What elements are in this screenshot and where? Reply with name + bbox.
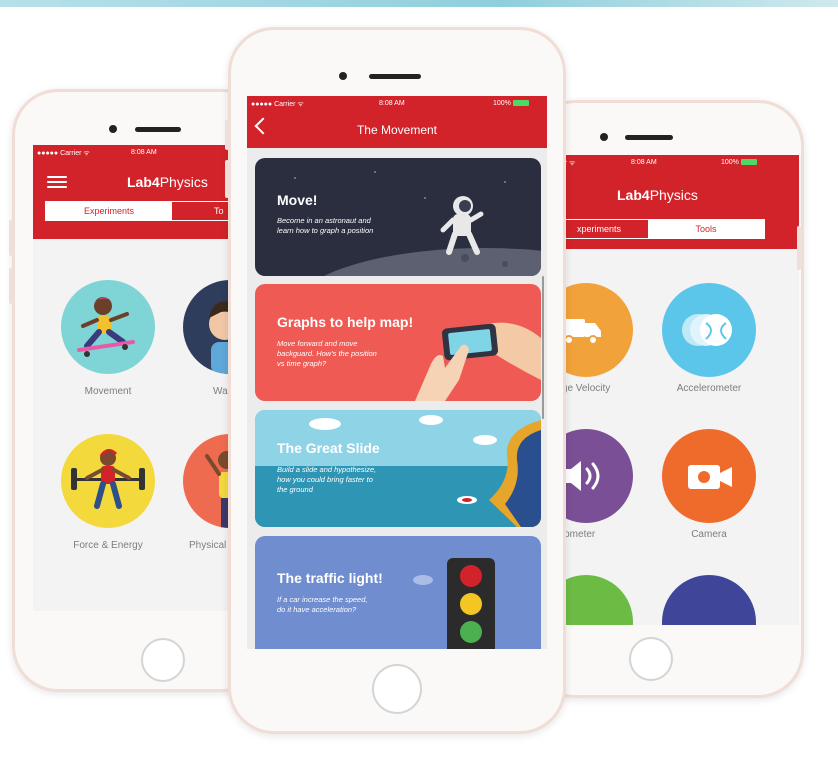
top-accent-bar <box>0 0 838 7</box>
home-button[interactable] <box>629 637 673 681</box>
traffic-light-illustration <box>413 558 495 649</box>
tab-experiments[interactable]: Experiments <box>46 202 172 220</box>
camera-label: Camera <box>691 529 727 540</box>
earpiece-speaker <box>135 127 181 132</box>
card-desc-line: vs time graph? <box>277 359 327 368</box>
force-energy-label: Force & Energy <box>73 540 143 551</box>
app-title-bold: Lab4 <box>617 187 650 203</box>
card-title: The traffic light! <box>277 570 383 586</box>
movement-circle[interactable] <box>61 280 155 374</box>
earpiece-speaker <box>369 74 421 79</box>
accelerometer-circle[interactable] <box>662 283 756 377</box>
side-button <box>9 220 13 256</box>
card-desc-line: Build a slide and hypothesize, <box>277 465 377 474</box>
front-camera <box>109 125 117 133</box>
side-button <box>9 268 13 304</box>
movement-label: Movement <box>84 386 132 397</box>
card-desc-line: how you could bring faster to <box>277 475 373 484</box>
card-desc-line: backguard. How's the position <box>277 349 377 358</box>
menu-icon[interactable] <box>47 176 67 188</box>
battery-percent: 100% <box>721 159 739 166</box>
status-bar: ●●●●● Carrier ᯤ 8:08 AM 100% <box>247 96 547 112</box>
skater-icon <box>77 297 135 357</box>
status-bar: rier ᯤ 8:08 AM 100% <box>553 155 799 171</box>
tab-experiments[interactable]: xperiments <box>553 220 648 238</box>
right-phone: rier ᯤ 8:08 AM 100% Lab4Physics xperimen… <box>530 100 804 698</box>
tool-circle-navy[interactable] <box>662 575 756 625</box>
right-screen: rier ᯤ 8:08 AM 100% Lab4Physics xperimen… <box>553 155 799 625</box>
waves-label: Wa <box>213 386 228 397</box>
card-move[interactable]: Move! Become in an astronaut and learn h… <box>255 158 541 276</box>
front-camera <box>339 72 347 80</box>
card-great-slide[interactable]: The Great Slide Build a slide and hypoth… <box>255 410 541 527</box>
carrier-label: ●●●●● Carrier ᯤ <box>37 150 90 157</box>
card-title: Graphs to help map! <box>277 314 414 330</box>
card-desc-line: learn how to graph a position <box>277 226 374 235</box>
tab-tools[interactable]: Tools <box>648 220 764 238</box>
side-button <box>225 120 229 150</box>
home-button[interactable] <box>372 664 422 714</box>
card-desc-line: the ground <box>277 485 313 494</box>
battery-icon <box>740 159 757 166</box>
app-header: rier ᯤ 8:08 AM 100% Lab4Physics xperimen… <box>553 155 799 249</box>
card-traffic-light[interactable]: The traffic light! If a car increase the… <box>255 536 541 649</box>
battery-label: 100% <box>721 159 757 166</box>
front-camera <box>600 133 608 141</box>
camera-circle[interactable] <box>662 429 756 523</box>
center-phone: ●●●●● Carrier ᯤ 8:08 AM 100% The Movemen… <box>228 27 566 734</box>
status-time: 8:08 AM <box>379 100 405 107</box>
card-desc-line: If a car increase the speed, <box>277 595 368 604</box>
battery-label: 100% <box>493 100 529 107</box>
card-desc-line: Become in an astronaut and <box>277 216 371 225</box>
card-graphs[interactable]: Graphs to help map! Move forward and mov… <box>255 284 541 401</box>
weightlifter-icon <box>71 449 145 509</box>
carrier-label: ●●●●● Carrier ᯤ <box>251 101 304 108</box>
side-button <box>225 160 229 198</box>
card-desc-line: do it have acceleration? <box>277 605 357 614</box>
app-title: Lab4Physics <box>127 174 208 190</box>
ball-motion-icon <box>682 314 732 346</box>
video-camera-icon <box>688 465 732 489</box>
status-time: 8:08 AM <box>631 159 657 166</box>
earpiece-speaker <box>625 135 673 140</box>
battery-icon <box>512 100 529 107</box>
app-title-bold: Lab4 <box>127 174 160 190</box>
nav-header: ●●●●● Carrier ᯤ 8:08 AM 100% The Movemen… <box>247 96 547 148</box>
card-title: The Great Slide <box>277 440 380 456</box>
app-title: Lab4Physics <box>617 187 698 203</box>
side-button <box>797 226 801 270</box>
card-title: Move! <box>277 192 318 208</box>
segmented-tabs: xperiments Tools <box>553 219 765 239</box>
app-title-light: Physics <box>159 174 208 190</box>
scrollbar[interactable] <box>542 276 544 419</box>
home-button[interactable] <box>141 638 185 682</box>
force-energy-circle[interactable] <box>61 434 155 528</box>
status-time: 8:08 AM <box>131 149 157 156</box>
card-desc-line: Move forward and move <box>277 339 358 348</box>
center-screen: ●●●●● Carrier ᯤ 8:08 AM 100% The Movemen… <box>247 96 547 649</box>
screen-title: The Movement <box>356 123 438 137</box>
accelerometer-label: Accelerometer <box>676 383 742 394</box>
battery-percent: 100% <box>493 100 511 107</box>
app-title-light: Physics <box>649 187 698 203</box>
